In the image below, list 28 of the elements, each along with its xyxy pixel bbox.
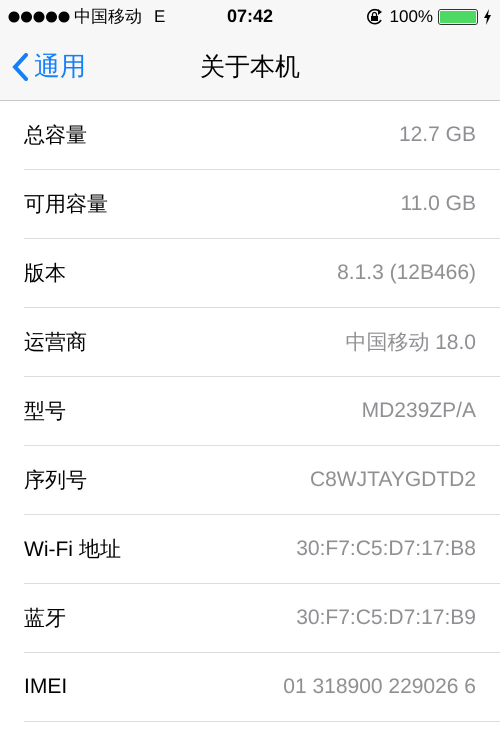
page-title: 关于本机 <box>200 52 300 83</box>
chevron-left-icon <box>12 52 28 80</box>
row-value: 30:F7:C5:D7:17:B8 <box>296 537 476 561</box>
row-label: 版本 <box>24 261 66 287</box>
row-label: 蓝牙 <box>24 606 66 632</box>
row-value: 11.0 GB <box>400 192 476 216</box>
row-value: MD239ZP/A <box>362 399 476 423</box>
row-value: 中国移动 18.0 <box>345 330 476 356</box>
row-label: 序列号 <box>24 468 87 494</box>
carrier-name: 中国移动 <box>74 6 142 28</box>
row-value: C8WJTAYGDTD2 <box>310 468 476 492</box>
back-button[interactable]: 通用 <box>0 49 86 84</box>
row-value: 30:F7:C5:D7:17:B9 <box>296 606 476 630</box>
battery-icon <box>438 8 478 24</box>
row-value: 12.7 GB <box>398 123 476 147</box>
clock-time: 07:42 <box>226 6 274 27</box>
row-label: 型号 <box>24 399 66 425</box>
row-label: 可用容量 <box>24 192 108 218</box>
row-label: 运营商 <box>24 330 87 356</box>
network-type: E <box>154 6 166 26</box>
battery-percentage: 100% <box>390 6 434 26</box>
signal-icon <box>8 10 70 22</box>
row-label: IMEI <box>24 675 68 699</box>
row-label: 总容量 <box>24 123 87 149</box>
charging-icon <box>483 8 492 24</box>
row-label: Wi-Fi 地址 <box>24 537 121 563</box>
row-value: 8.1.3 (12B466) <box>337 261 476 285</box>
row-value: 01 318900 229026 6 <box>283 675 476 699</box>
